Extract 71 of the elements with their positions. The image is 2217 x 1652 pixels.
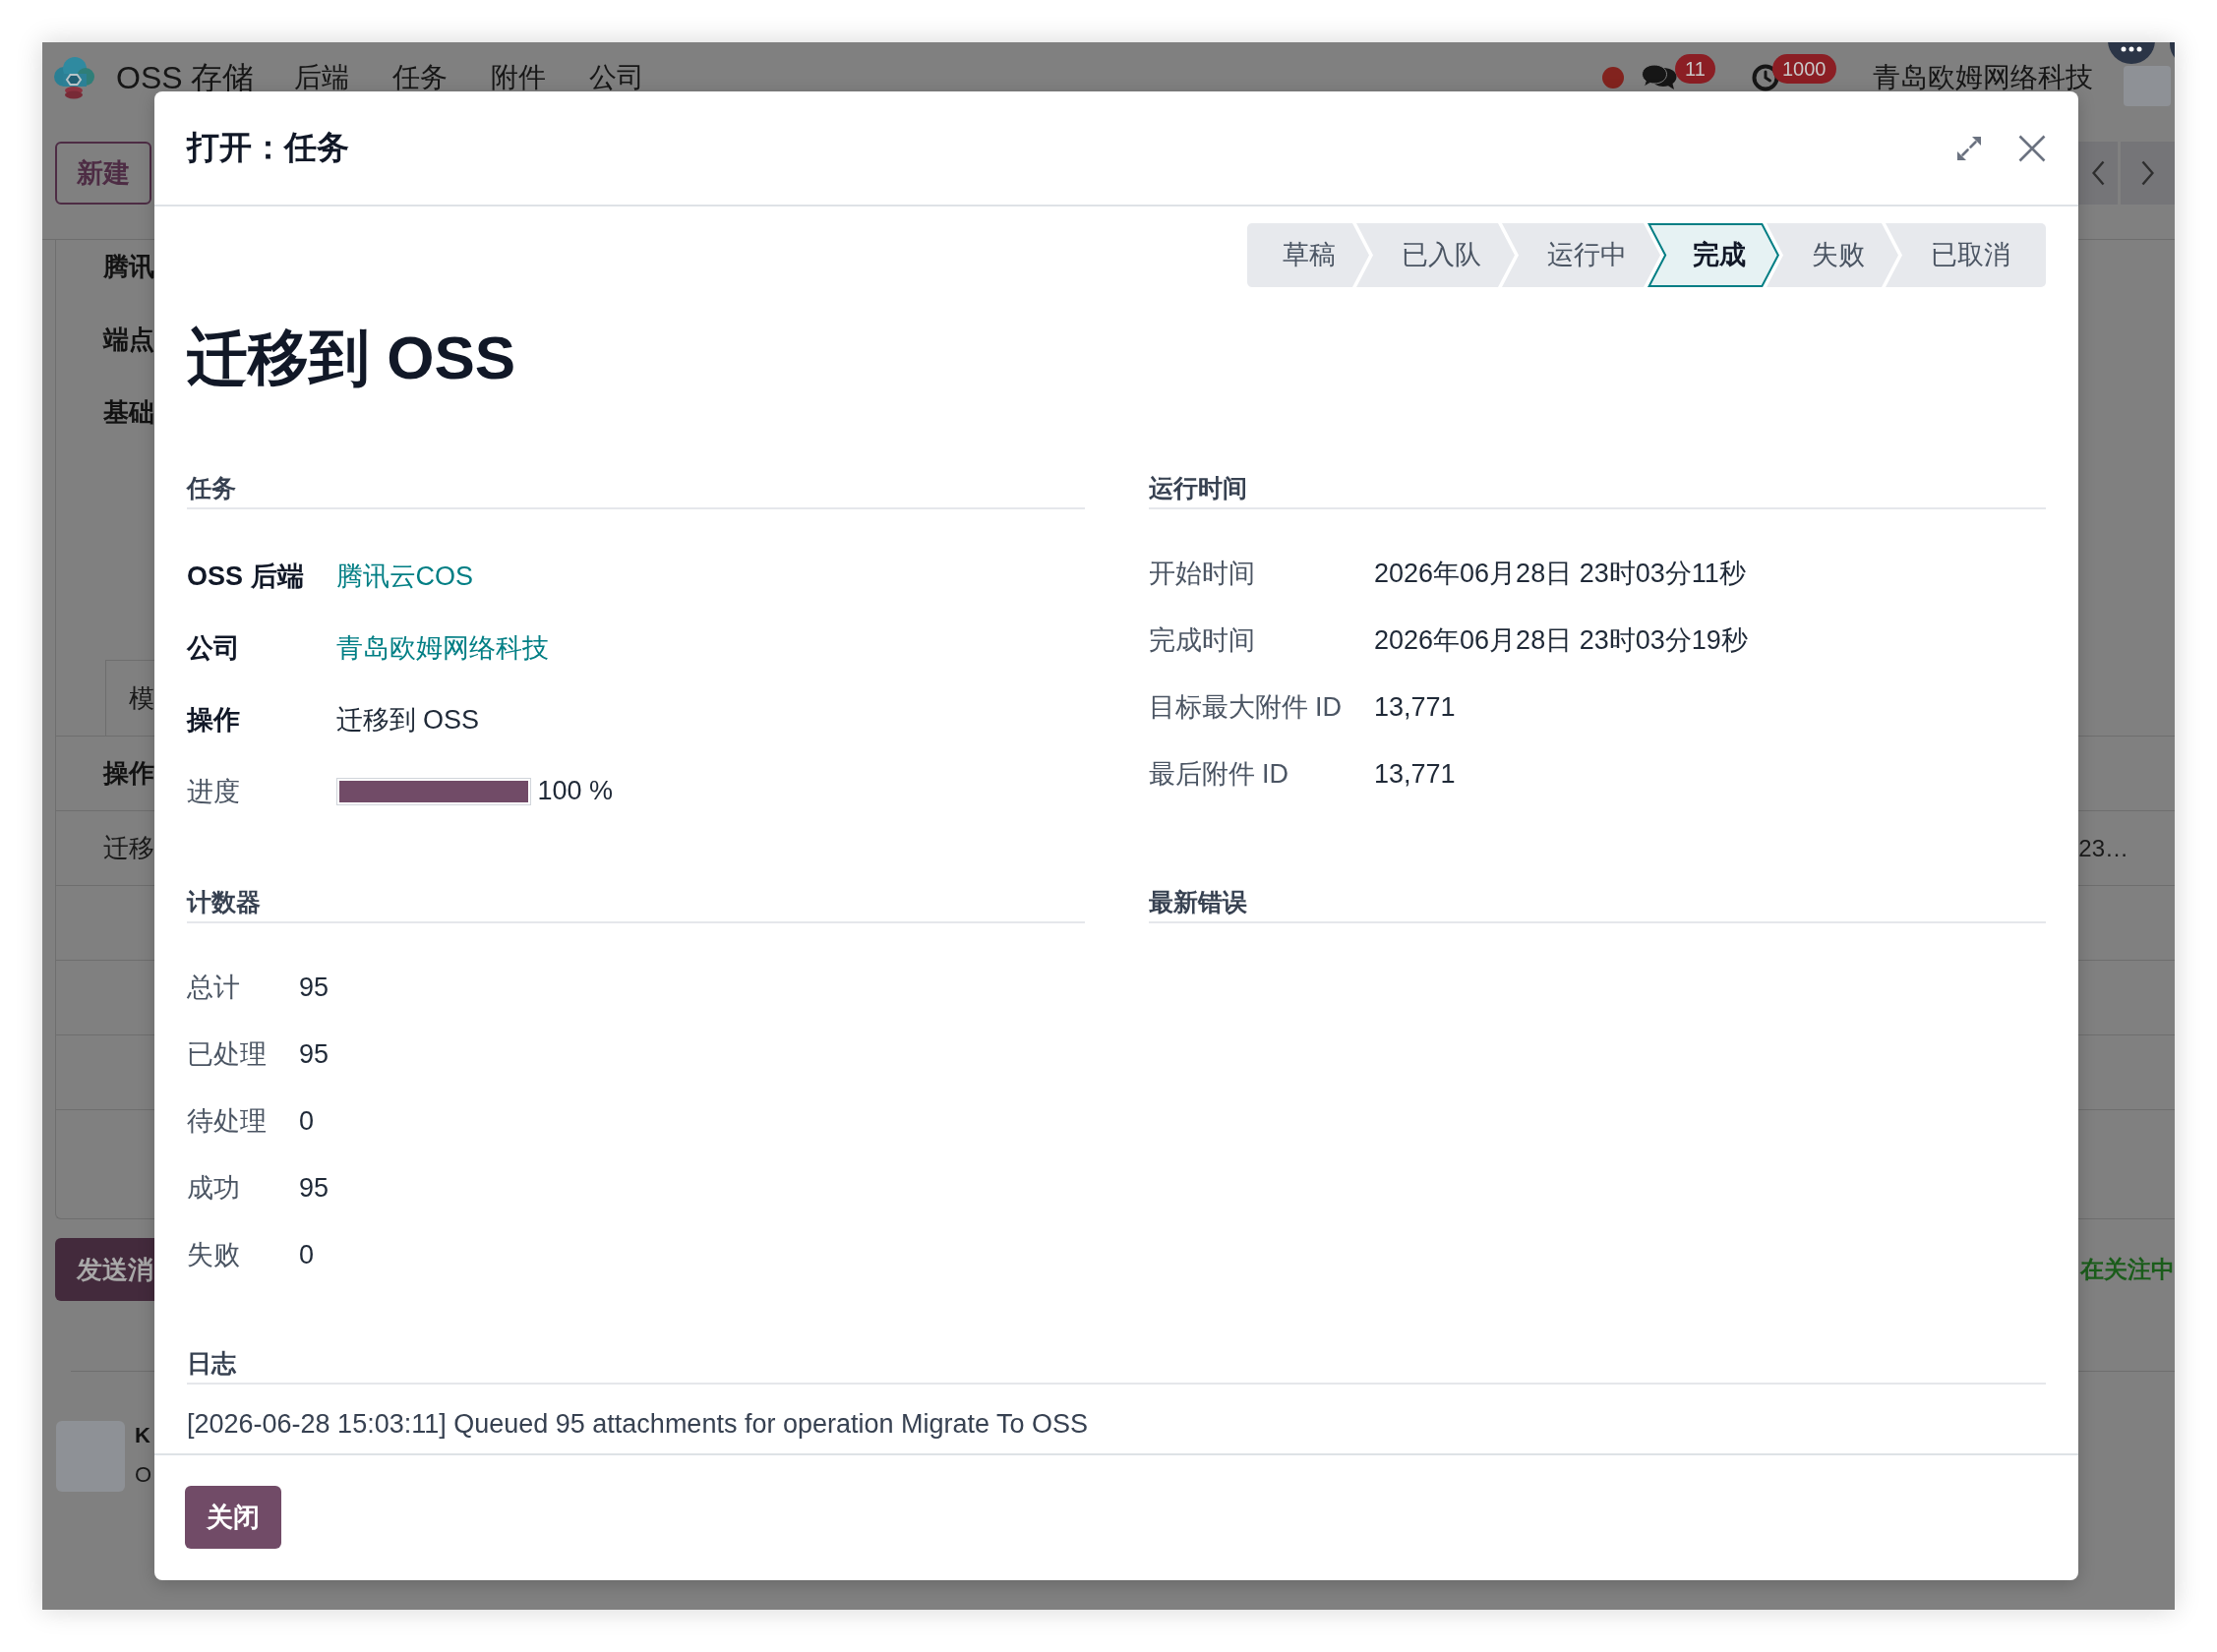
dialog-title: 打开：任务 xyxy=(187,128,349,167)
field-label: 进度 xyxy=(187,775,240,808)
author-name: K xyxy=(135,1424,150,1447)
field-value: 0 xyxy=(299,1105,315,1137)
field-value: 2026年06月28日 23时03分11秒 xyxy=(1374,558,1746,590)
log-text: [2026-06-28 15:03:11] Queued 95 attachments for operation Migrate To OSS xyxy=(187,1408,1090,1441)
menu-item[interactable]: 附件 xyxy=(491,65,547,90)
field-label: OSS 后端 xyxy=(187,560,304,593)
field-label: 目标最大附件 ID xyxy=(1148,691,1342,724)
expand-button[interactable] xyxy=(1957,136,1981,160)
section-title: 任务 xyxy=(187,474,236,502)
status-stage[interactable]: 完成 xyxy=(1648,223,1779,287)
field-label: 完成时间 xyxy=(1148,624,1255,657)
close-button[interactable]: 关闭 xyxy=(185,1486,281,1549)
send-button[interactable]: 发送消 xyxy=(55,1238,154,1301)
dot-icon xyxy=(1602,67,1624,88)
clock-icon[interactable] xyxy=(1751,64,1780,91)
notification-badge: 11 xyxy=(1675,54,1715,84)
field-value: 95 xyxy=(299,1038,330,1070)
record-title: 迁移到 OSS xyxy=(187,323,517,393)
menu-item[interactable]: 公司 xyxy=(589,65,645,90)
chat-icon[interactable] xyxy=(1642,64,1677,91)
field-value: 95 xyxy=(299,972,330,1003)
table-cell-text: 迁移 xyxy=(103,832,154,864)
expand-icon xyxy=(1957,136,1981,160)
company-name[interactable]: 青岛欧姆网络科技 xyxy=(1873,65,2093,90)
section-title: 运行时间 xyxy=(1148,474,1247,502)
field-label: 最后附件 ID xyxy=(1148,758,1288,791)
app-name[interactable]: OSS 存储 xyxy=(116,63,255,92)
table-cell: 23… xyxy=(2078,834,2128,862)
menu-item[interactable]: 任务 xyxy=(392,65,449,90)
status-stage[interactable]: 已入队 xyxy=(1356,223,1515,287)
message-text: O xyxy=(135,1463,152,1487)
field-label: 总计 xyxy=(187,972,240,1004)
field-label: 失败 xyxy=(187,1239,240,1271)
chevron-right-icon xyxy=(2141,160,2154,186)
section-title: 最新错误 xyxy=(1148,888,1247,915)
field-label: 基础 xyxy=(103,396,154,429)
field-value: 95 xyxy=(299,1172,330,1204)
menu-item[interactable]: 后端 xyxy=(294,65,350,90)
notification-badge: 1000 xyxy=(1772,54,1836,84)
field-label: 成功 xyxy=(187,1172,240,1205)
close-icon xyxy=(2018,134,2046,162)
logo-icon[interactable] xyxy=(51,56,96,99)
field-value: 2026年06月28日 23时03分19秒 xyxy=(1374,624,1748,657)
chevron-left-icon xyxy=(2091,160,2105,186)
field-label: 公司 xyxy=(187,631,240,665)
field-value: 13,771 xyxy=(1374,691,1456,723)
field-label: 开始时间 xyxy=(1148,558,1255,590)
section-title: 计数器 xyxy=(187,888,261,915)
section-title: 日志 xyxy=(187,1349,236,1377)
status-stage[interactable]: 已取消 xyxy=(1886,223,2046,287)
field-link[interactable]: 青岛欧姆网络科技 xyxy=(335,629,549,666)
field-label: 操作 xyxy=(187,703,240,737)
progress-value: 100 % xyxy=(537,776,614,806)
status-stage[interactable]: 运行中 xyxy=(1502,223,1660,287)
column-header: 操作 xyxy=(103,757,154,790)
ellipsis-icon[interactable] xyxy=(2108,42,2155,64)
field-label: 已处理 xyxy=(187,1038,267,1071)
field-value: 0 xyxy=(299,1239,315,1270)
field-value: 13,771 xyxy=(1374,758,1456,790)
status-stage[interactable]: 草稿 xyxy=(1247,223,1369,287)
field-value: 迁移到 OSS xyxy=(335,703,480,737)
field-label: 端点 xyxy=(103,324,154,356)
close-button[interactable] xyxy=(2018,134,2046,162)
field-label: 腾讯 xyxy=(103,251,154,283)
field-label: 待处理 xyxy=(187,1105,267,1138)
status-stage[interactable]: 失败 xyxy=(1767,223,1898,287)
new-button[interactable]: 新建 xyxy=(55,142,151,205)
pager-button[interactable] xyxy=(2078,142,2118,205)
field-link[interactable]: 腾讯云COS xyxy=(335,558,474,594)
